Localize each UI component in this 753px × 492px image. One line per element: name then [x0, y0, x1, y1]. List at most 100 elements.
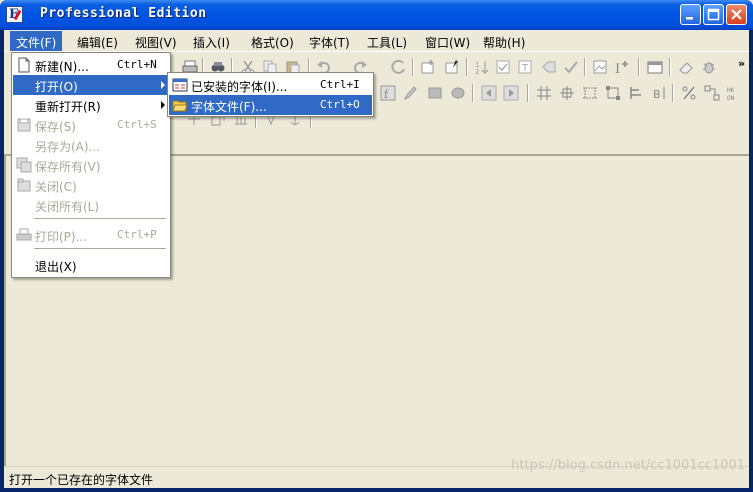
menu-item-save[interactable]: 保存(S) Ctrl+S — [13, 115, 169, 135]
svg-text:HK: HK — [727, 87, 735, 94]
toolbar-separator — [466, 58, 468, 76]
menu-item-shortcut: Ctrl+O — [320, 98, 360, 111]
menu-item-label: 重新打开(R) — [35, 100, 101, 114]
menu-item-close-all[interactable]: 关闭所有(L) — [13, 195, 169, 215]
grid-icon[interactable] — [536, 85, 552, 101]
ellipse-tool-icon[interactable] — [450, 85, 466, 101]
menu-item-label: 另存为(A)... — [35, 140, 101, 154]
menu-item-label: 字体文件(F)... — [191, 100, 267, 114]
svg-text:2: 2 — [475, 68, 479, 75]
menu-window[interactable]: 窗口(W) — [419, 31, 476, 51]
eraser-icon[interactable] — [678, 59, 694, 75]
toolbar-overflow-chevron-icon[interactable]: » — [738, 57, 745, 70]
svg-text:ON: ON — [727, 95, 735, 101]
menu-item-label: 保存(S) — [35, 120, 76, 134]
menu-item-label: 已安装的字体(I)... — [191, 80, 288, 94]
menu-item-shortcut: Ctrl+S — [117, 118, 157, 131]
glyph-properties-icon[interactable] — [444, 59, 460, 75]
menu-item-open[interactable]: 打开(O) — [13, 75, 169, 95]
menu-separator — [34, 218, 166, 219]
menu-edit[interactable]: 编辑(E) — [71, 31, 124, 51]
menu-item-save-as[interactable]: 另存为(A)... — [13, 135, 169, 155]
status-text: 打开一个已存在的字体文件 — [9, 473, 154, 487]
toolbar-separator — [472, 84, 474, 102]
rectangle-tool-icon[interactable] — [427, 85, 443, 101]
watermark: https://blog.csdn.net/cc1001cc1001 — [511, 458, 745, 473]
svg-text:B: B — [653, 88, 661, 101]
arrow-left-icon[interactable] — [481, 85, 497, 101]
minimize-button[interactable] — [680, 4, 701, 25]
menu-view[interactable]: 视图(V) — [129, 31, 183, 51]
file-menu: 新建(N)... Ctrl+N 打开(O) 重新打开(R) 保存(S) Ctrl… — [11, 52, 171, 278]
submenu-item-font-file[interactable]: 字体文件(F)... Ctrl+O — [169, 95, 372, 115]
sort-icon[interactable]: 12 — [474, 59, 490, 75]
svg-text:T: T — [521, 63, 529, 74]
menu-tools[interactable]: 工具(L) — [361, 31, 413, 51]
menu-file[interactable]: 文件(F) — [10, 31, 63, 51]
tag-icon[interactable] — [541, 59, 557, 75]
window-icon[interactable] — [647, 59, 663, 75]
window-title: Professional Edition — [40, 6, 207, 21]
refresh-icon[interactable] — [391, 59, 407, 75]
toolbar-separator — [584, 58, 586, 76]
menu-item-print[interactable]: 打印(P)... Ctrl+P — [13, 225, 169, 245]
svg-text:I: I — [615, 62, 620, 75]
save-all-icon — [16, 157, 32, 173]
pencil-icon[interactable] — [402, 85, 418, 101]
maximize-icon — [707, 8, 720, 21]
menu-item-exit[interactable]: 退出(X) — [13, 255, 169, 275]
menu-separator — [34, 248, 166, 249]
toolbar-separator — [638, 58, 640, 76]
menu-item-label: 关闭(C) — [35, 180, 77, 194]
save-icon — [17, 118, 31, 132]
crosshair-icon[interactable] — [559, 85, 575, 101]
menu-item-shortcut: Ctrl+I — [320, 78, 360, 91]
menu-item-reopen[interactable]: 重新打开(R) — [13, 95, 169, 115]
image-icon[interactable] — [592, 59, 608, 75]
menu-item-label: 新建(N)... — [35, 60, 89, 74]
menu-format[interactable]: 格式(O) — [245, 31, 300, 51]
bounds-icon[interactable] — [582, 85, 598, 101]
nodes-icon[interactable] — [605, 85, 621, 101]
new-document-icon — [18, 57, 30, 73]
toolbar-separator — [527, 84, 529, 102]
submenu-arrow-icon — [161, 101, 165, 109]
validate-icon[interactable] — [495, 59, 511, 75]
menu-item-label: 保存所有(V) — [35, 160, 101, 174]
menu-item-close[interactable]: 关闭(C) — [13, 175, 169, 195]
close-file-icon — [17, 178, 31, 192]
arrow-right-icon[interactable] — [503, 85, 519, 101]
align-icon[interactable] — [628, 85, 644, 101]
open-submenu: 已安装的字体(I)... Ctrl+I 字体文件(F)... Ctrl+O — [167, 72, 374, 117]
maximize-button[interactable] — [703, 4, 724, 25]
menu-item-shortcut: Ctrl+N — [117, 58, 157, 71]
add-glyph-icon[interactable] — [420, 59, 436, 75]
font-glyph-icon[interactable]: f — [380, 85, 396, 101]
submenu-arrow-icon — [161, 81, 165, 89]
app-icon[interactable]: F — [6, 6, 23, 23]
menu-item-label: 打开(O) — [35, 80, 78, 94]
menu-bar: 文件(F) 编辑(E) 视图(V) 插入(I) 格式(O) 字体(T) 工具(L… — [4, 30, 749, 52]
minimize-icon — [686, 17, 693, 20]
percent-icon[interactable] — [681, 85, 697, 101]
submenu-item-installed-fonts[interactable]: 已安装的字体(I)... Ctrl+I — [169, 75, 372, 95]
menu-help[interactable]: 帮助(H) — [477, 31, 531, 51]
menu-insert[interactable]: 插入(I) — [187, 31, 236, 51]
connect-icon[interactable] — [704, 85, 720, 101]
menu-font[interactable]: 字体(T) — [303, 31, 356, 51]
text-box-icon[interactable]: T — [517, 59, 533, 75]
menu-item-new[interactable]: 新建(N)... Ctrl+N — [13, 55, 169, 75]
hex-toggle-icon[interactable]: HKON — [727, 85, 743, 101]
menu-item-save-all[interactable]: 保存所有(V) — [13, 155, 169, 175]
cursor-add-icon[interactable]: I — [614, 59, 630, 75]
menu-item-label: 退出(X) — [35, 260, 77, 274]
menu-item-label: 关闭所有(L) — [35, 200, 100, 214]
menu-item-label: 打印(P)... — [35, 230, 88, 244]
check-icon[interactable] — [563, 59, 579, 75]
toolbar-separator — [669, 58, 671, 76]
bug-icon[interactable] — [701, 59, 717, 75]
baseline-icon[interactable]: B — [651, 85, 667, 101]
close-button[interactable] — [726, 4, 747, 25]
open-folder-icon — [172, 100, 188, 112]
title-bar[interactable]: F Professional Edition — [0, 0, 753, 30]
